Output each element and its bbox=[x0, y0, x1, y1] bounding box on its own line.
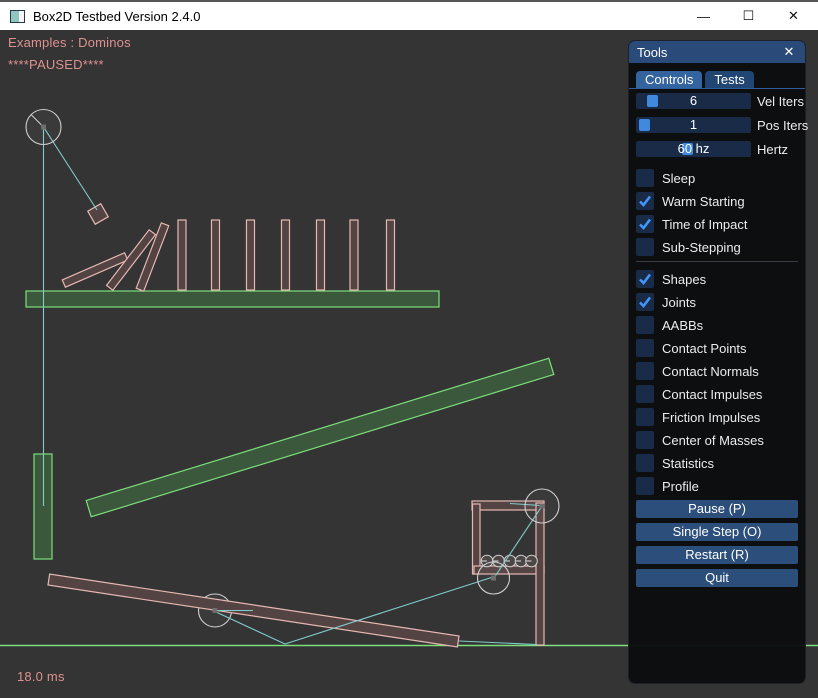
checkbox-icon[interactable] bbox=[636, 192, 654, 210]
hertz-slider[interactable]: 60 hz bbox=[636, 141, 751, 157]
checkbox-time-of-impact[interactable]: Time of Impact bbox=[636, 215, 798, 233]
example-label: Examples : Dominos bbox=[8, 35, 131, 50]
tab-tests[interactable]: Tests bbox=[705, 71, 753, 88]
checkbox-icon[interactable] bbox=[636, 270, 654, 288]
checkbox-statistics[interactable]: Statistics bbox=[636, 454, 798, 472]
tools-panel-title: Tools bbox=[637, 45, 667, 60]
pos-iters-slider[interactable]: 1 bbox=[636, 117, 751, 133]
checkbox-icon[interactable] bbox=[636, 169, 654, 187]
tools-tabbar: Controls Tests bbox=[629, 63, 805, 89]
minimize-button[interactable]: — bbox=[681, 2, 726, 30]
checkbox-joints[interactable]: Joints bbox=[636, 293, 798, 311]
checkbox-icon[interactable] bbox=[636, 215, 654, 233]
os-titlebar: Box2D Testbed Version 2.4.0 — ☐ ✕ bbox=[0, 0, 818, 30]
checkbox-warm-starting[interactable]: Warm Starting bbox=[636, 192, 798, 210]
hertz-label: Hertz bbox=[757, 142, 788, 157]
pos-iters-label: Pos Iters bbox=[757, 118, 808, 133]
checkbox-aabbs[interactable]: AABBs bbox=[636, 316, 798, 334]
checkbox-icon[interactable] bbox=[636, 408, 654, 426]
checkbox-icon[interactable] bbox=[636, 293, 654, 311]
checkbox-center-of-masses[interactable]: Center of Masses bbox=[636, 431, 798, 449]
single-step-button[interactable]: Single Step (O) bbox=[636, 523, 798, 541]
checkbox-shapes[interactable]: Shapes bbox=[636, 270, 798, 288]
vel-iters-value: 6 bbox=[636, 93, 751, 109]
paused-label: ****PAUSED**** bbox=[8, 57, 104, 72]
simulation-options: Sleep Warm Starting Time of Impact Sub-S… bbox=[636, 169, 798, 495]
vel-iters-label: Vel Iters bbox=[757, 94, 804, 109]
checkbox-sub-stepping[interactable]: Sub-Stepping bbox=[636, 238, 798, 256]
checkbox-contact-impulses[interactable]: Contact Impulses bbox=[636, 385, 798, 403]
pos-iters-slider-row: 1 Pos Iters bbox=[636, 117, 798, 133]
tab-controls[interactable]: Controls bbox=[636, 71, 702, 88]
pause-button[interactable]: Pause (P) bbox=[636, 500, 798, 518]
checkbox-sleep[interactable]: Sleep bbox=[636, 169, 798, 187]
checkbox-contact-points[interactable]: Contact Points bbox=[636, 339, 798, 357]
vel-iters-slider-row: 6 Vel Iters bbox=[636, 93, 798, 109]
app-icon bbox=[10, 10, 25, 23]
vel-iters-slider[interactable]: 6 bbox=[636, 93, 751, 109]
tools-panel: Tools ✕ Controls Tests 6 Vel Iters 1 Pos… bbox=[628, 40, 806, 684]
separator bbox=[636, 261, 798, 262]
checkbox-icon[interactable] bbox=[636, 477, 654, 495]
hertz-value: 60 hz bbox=[636, 141, 751, 157]
quit-button[interactable]: Quit bbox=[636, 569, 798, 587]
close-button[interactable]: ✕ bbox=[771, 2, 816, 30]
checkbox-icon[interactable] bbox=[636, 362, 654, 380]
checkbox-icon[interactable] bbox=[636, 385, 654, 403]
checkbox-icon[interactable] bbox=[636, 431, 654, 449]
checkbox-icon[interactable] bbox=[636, 339, 654, 357]
action-buttons: Pause (P) Single Step (O) Restart (R) Qu… bbox=[636, 500, 798, 587]
checkbox-contact-normals[interactable]: Contact Normals bbox=[636, 362, 798, 380]
checkbox-friction-impulses[interactable]: Friction Impulses bbox=[636, 408, 798, 426]
tools-close-icon[interactable]: ✕ bbox=[781, 44, 797, 60]
restart-button[interactable]: Restart (R) bbox=[636, 546, 798, 564]
frame-time-label: 18.0 ms bbox=[17, 669, 65, 684]
app-window: Box2D Testbed Version 2.4.0 — ☐ ✕ bbox=[0, 0, 818, 698]
checkbox-icon[interactable] bbox=[636, 238, 654, 256]
checkbox-icon[interactable] bbox=[636, 316, 654, 334]
pos-iters-value: 1 bbox=[636, 117, 751, 133]
window-title: Box2D Testbed Version 2.4.0 bbox=[33, 9, 200, 24]
tools-panel-titlebar[interactable]: Tools ✕ bbox=[629, 41, 805, 63]
checkbox-profile[interactable]: Profile bbox=[636, 477, 798, 495]
checkbox-icon[interactable] bbox=[636, 454, 654, 472]
maximize-button[interactable]: ☐ bbox=[726, 2, 771, 30]
hertz-slider-row: 60 hz Hertz bbox=[636, 141, 798, 157]
